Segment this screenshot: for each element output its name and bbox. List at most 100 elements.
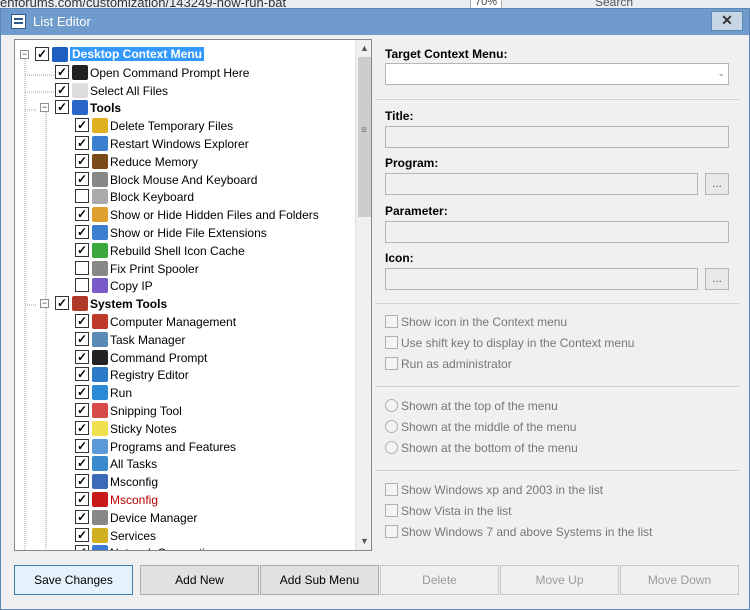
- tree-item-checkbox[interactable]: ✓: [75, 225, 89, 239]
- parameter-field[interactable]: [385, 221, 729, 243]
- tree-item-checkbox[interactable]: [75, 189, 89, 204]
- cmd-icon: [92, 349, 108, 365]
- tree-expander-icon[interactable]: −: [40, 103, 49, 113]
- tree-item-checkbox[interactable]: ✓: [75, 171, 89, 186]
- tree-item-checkbox[interactable]: ✓: [75, 509, 89, 524]
- tree-item[interactable]: ✓ Registry Editor: [15, 366, 353, 384]
- tree-item[interactable]: ✓ Delete Temporary Files: [15, 117, 353, 135]
- show-win7-label: Show Windows 7 and above Systems in the …: [401, 525, 653, 539]
- tree-item[interactable]: − ✓ Tools: [15, 99, 353, 117]
- tree-expander-icon[interactable]: −: [40, 299, 49, 309]
- icon-browse-button[interactable]: ...: [705, 268, 729, 290]
- tree-item-label: Sticky Notes: [110, 421, 177, 436]
- program-browse-button[interactable]: ...: [705, 173, 729, 195]
- delete-button[interactable]: Delete: [380, 565, 499, 595]
- tree-item-checkbox[interactable]: ✓: [75, 207, 89, 222]
- icon-field[interactable]: [385, 268, 698, 290]
- tree-item[interactable]: − ✓ Desktop Context Menu: [15, 46, 353, 64]
- run-as-admin-label: Run as administrator: [401, 357, 512, 371]
- tree-item[interactable]: ✓ Device Manager: [15, 509, 353, 527]
- add-new-button[interactable]: Add New: [140, 565, 259, 595]
- move-up-button[interactable]: Move Up: [500, 565, 619, 595]
- browser-strip: enforums.com/customization/143249-how-ru…: [0, 0, 750, 8]
- tree-item[interactable]: ✓ Network Connections: [15, 544, 353, 550]
- program-field[interactable]: [385, 173, 698, 195]
- add-sub-menu-button[interactable]: Add Sub Menu: [260, 565, 379, 595]
- tree-item-checkbox[interactable]: ✓: [75, 331, 89, 346]
- tree-item[interactable]: ✓ Rebuild Shell Icon Cache: [15, 242, 353, 260]
- tree-item-checkbox[interactable]: ✓: [75, 153, 89, 168]
- zoom-level[interactable]: 70%: [470, 0, 503, 8]
- save-changes-button[interactable]: Save Changes: [14, 565, 133, 595]
- move-down-button[interactable]: Move Down: [620, 565, 739, 595]
- tree-item-checkbox[interactable]: ✓: [75, 456, 89, 471]
- tree-item[interactable]: Copy IP: [15, 277, 353, 295]
- tree-item[interactable]: ✓ Task Manager: [15, 331, 353, 349]
- tree-item-checkbox[interactable]: ✓: [75, 527, 89, 542]
- tree-item-checkbox[interactable]: ✓: [75, 314, 89, 328]
- tree-item-checkbox[interactable]: ✓: [55, 64, 69, 79]
- tree-item[interactable]: ✓ Select All Files: [15, 82, 353, 100]
- tree-scrollbar[interactable]: ▲ ≡ ▼: [355, 40, 371, 550]
- tree-item[interactable]: ✓ Restart Windows Explorer: [15, 135, 353, 153]
- tree-item-label: Show or Hide Hidden Files and Folders: [110, 208, 319, 223]
- tree-item-checkbox[interactable]: ✓: [75, 118, 89, 133]
- tree-item[interactable]: ✓ Services: [15, 527, 353, 545]
- browser-search[interactable]: Search: [595, 0, 633, 8]
- tree-item[interactable]: ✓ Programs and Features: [15, 438, 353, 456]
- tree-item-checkbox[interactable]: ✓: [75, 349, 89, 364]
- arrow-icon: [72, 100, 88, 116]
- tree-item-label: Select All Files: [90, 83, 169, 98]
- title-field[interactable]: [385, 126, 729, 148]
- tree-item[interactable]: ✓ Command Prompt: [15, 349, 353, 367]
- tree-item[interactable]: ✓ Msconfig: [15, 491, 353, 509]
- tree-item-checkbox[interactable]: ✓: [75, 385, 89, 400]
- tree-item-checkbox[interactable]: ✓: [55, 100, 69, 115]
- tree-item-label: Show or Hide File Extensions: [110, 226, 267, 240]
- note-icon: [92, 420, 108, 436]
- computer-management-icon: [92, 314, 108, 329]
- programs-icon: [92, 438, 108, 454]
- tree-item[interactable]: − ✓ System Tools: [15, 295, 353, 313]
- close-button[interactable]: ✕: [711, 11, 743, 31]
- tree-item[interactable]: ✓ Block Mouse And Keyboard: [15, 171, 353, 189]
- tree-item-checkbox[interactable]: ✓: [35, 47, 49, 61]
- scroll-up-arrow[interactable]: ▲: [356, 40, 371, 57]
- tree-item[interactable]: ✓ Computer Management: [15, 313, 353, 331]
- tree-item-checkbox[interactable]: ✓: [75, 492, 89, 506]
- tree-item-checkbox[interactable]: ✓: [75, 545, 89, 550]
- tree-item-checkbox[interactable]: ✓: [75, 438, 89, 453]
- tree-item[interactable]: ✓ Show or Hide Hidden Files and Folders: [15, 206, 353, 224]
- app-icon: [11, 14, 26, 29]
- tree-item-checkbox[interactable]: ✓: [55, 296, 69, 311]
- tree-item-checkbox[interactable]: ✓: [75, 420, 89, 435]
- run-icon: [92, 385, 108, 401]
- tree-item[interactable]: ✓ Snipping Tool: [15, 402, 353, 420]
- tree-item-checkbox[interactable]: ✓: [75, 136, 89, 150]
- tree-item-checkbox[interactable]: [75, 278, 89, 293]
- tree-item[interactable]: Fix Print Spooler: [15, 260, 353, 278]
- scroll-down-arrow[interactable]: ▼: [356, 533, 371, 550]
- tree-item[interactable]: ✓ Show or Hide File Extensions: [15, 224, 353, 242]
- tree-item-checkbox[interactable]: ✓: [75, 367, 89, 382]
- window-title: List Editor: [33, 14, 91, 29]
- tree-item-checkbox[interactable]: ✓: [75, 474, 89, 489]
- title-label: Title:: [385, 109, 414, 123]
- tree-item[interactable]: ✓ Open Command Prompt Here: [15, 64, 353, 82]
- scroll-thumb[interactable]: ≡: [358, 57, 371, 217]
- tree-item-checkbox[interactable]: ✓: [55, 82, 69, 97]
- tree-item[interactable]: ✓ Sticky Notes: [15, 420, 353, 438]
- tree-item-checkbox[interactable]: ✓: [75, 242, 89, 257]
- tree-item[interactable]: ✓ Reduce Memory: [15, 153, 353, 171]
- tree-expander-icon[interactable]: −: [20, 50, 29, 59]
- tree-item[interactable]: ✓ Msconfig: [15, 473, 353, 491]
- icon-label: Icon:: [385, 251, 414, 265]
- tree-item[interactable]: Block Keyboard: [15, 188, 353, 206]
- target-menu-dropdown[interactable]: ⌄: [385, 63, 729, 85]
- tree-item-checkbox[interactable]: [75, 260, 89, 275]
- tree-item-checkbox[interactable]: ✓: [75, 403, 89, 417]
- tree-item-label: Rebuild Shell Icon Cache: [110, 243, 245, 258]
- tree-item[interactable]: ✓ All Tasks: [15, 455, 353, 473]
- tree-item[interactable]: ✓ Run: [15, 384, 353, 402]
- browser-url[interactable]: enforums.com/customization/143249-how-ru…: [0, 0, 286, 8]
